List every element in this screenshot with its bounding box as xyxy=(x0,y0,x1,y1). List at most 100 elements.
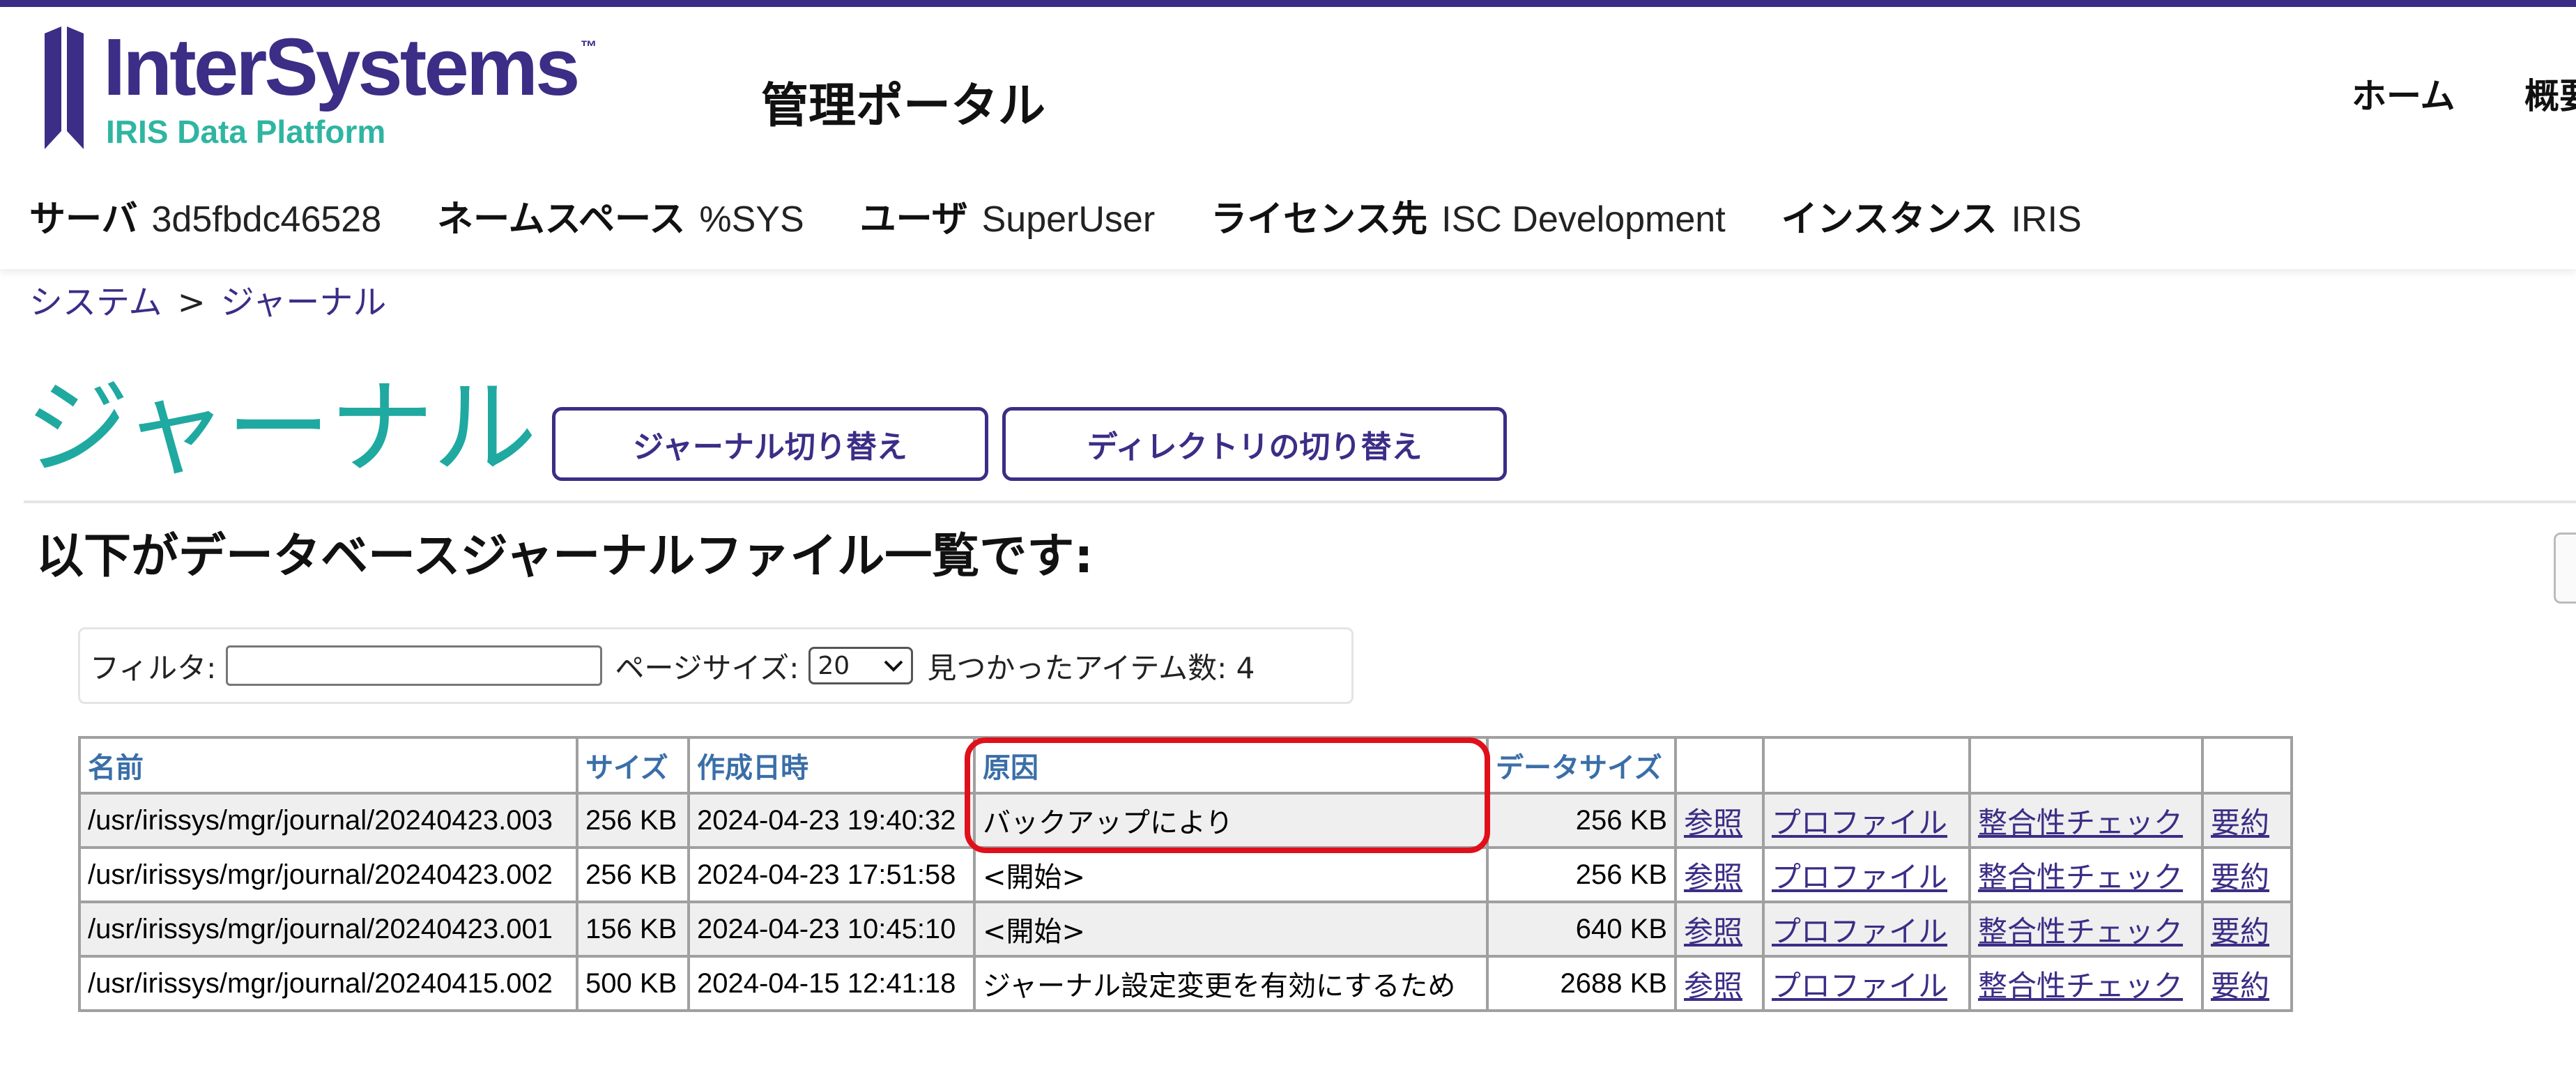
portal-title: 管理ポータル xyxy=(761,79,1046,134)
server-label: サーバ xyxy=(29,199,138,240)
cell-name: /usr/irissys/mgr/journal/20240415.002 xyxy=(78,955,578,1012)
view-link[interactable]: 参照 xyxy=(1684,914,1742,949)
filter-bar: フィルタ: ページサイズ: 20 見つかったアイテム数: 4 xyxy=(78,627,1354,704)
table-row: /usr/irissys/mgr/journal/20240423.001 15… xyxy=(78,901,2293,958)
page-size-select[interactable]: 20 xyxy=(808,647,914,684)
cell-reason: ジャーナル設定変更を有効にするため xyxy=(973,955,1489,1012)
cell-reason: <開始> xyxy=(973,901,1489,958)
cell-profile: プロファイル xyxy=(1762,846,1971,903)
cell-name: /usr/irissys/mgr/journal/20240423.003 xyxy=(78,792,578,849)
cell-profile: プロファイル xyxy=(1762,901,1971,958)
cell-profile: プロファイル xyxy=(1762,955,1971,1012)
cell-created: 2024-04-23 19:40:32 xyxy=(687,792,976,849)
instance-value: IRIS xyxy=(2011,199,2082,240)
switch-directory-button[interactable]: ディレクトリの切り替え xyxy=(1002,407,1507,481)
nav-overview-link[interactable]: 概要 xyxy=(2524,68,2576,118)
column-header-name[interactable]: 名前 xyxy=(78,736,578,795)
cell-summary: 要約 xyxy=(2201,792,2293,849)
cell-name: /usr/irissys/mgr/journal/20240423.002 xyxy=(78,846,578,903)
table-header-row: 名前 サイズ 作成日時 原因 データサイズ xyxy=(78,736,2293,795)
cell-integrity: 整合性チェック xyxy=(1968,792,2204,849)
column-header-reason[interactable]: 原因 xyxy=(973,736,1489,795)
breadcrumb: システム > ジャーナル xyxy=(29,275,386,323)
profile-link[interactable]: プロファイル xyxy=(1772,969,1947,1003)
nav-home-link[interactable]: ホーム xyxy=(2352,68,2455,118)
divider xyxy=(24,500,2576,503)
journal-table: 名前 サイズ 作成日時 原因 データサイズ /usr/irissys/mgr/j… xyxy=(78,736,2293,1012)
cell-summary: 要約 xyxy=(2201,955,2293,1012)
namespace-value: %SYS xyxy=(699,199,804,240)
table-row: /usr/irissys/mgr/journal/20240423.002 25… xyxy=(78,846,2293,903)
side-panel-tab[interactable] xyxy=(2554,532,2576,604)
license-label: ライセンス先 xyxy=(1211,199,1428,240)
cell-data-size: 256 KB xyxy=(1486,792,1677,849)
column-header-profile xyxy=(1762,736,1971,795)
cell-view: 参照 xyxy=(1674,955,1765,1012)
column-header-size[interactable]: サイズ xyxy=(576,736,690,795)
page-size-label: ページサイズ: xyxy=(615,650,799,685)
cell-integrity: 整合性チェック xyxy=(1968,901,2204,958)
filter-input[interactable] xyxy=(226,645,603,686)
column-header-view xyxy=(1674,736,1765,795)
cell-summary: 要約 xyxy=(2201,901,2293,958)
breadcrumb-system-link[interactable]: システム xyxy=(29,283,162,322)
found-items-count: 見つかったアイテム数: 4 xyxy=(927,650,1255,685)
view-link[interactable]: 参照 xyxy=(1684,969,1742,1003)
view-link[interactable]: 参照 xyxy=(1684,860,1742,894)
integrity-check-link[interactable]: 整合性チェック xyxy=(1978,969,2183,1003)
profile-link[interactable]: プロファイル xyxy=(1772,806,1947,840)
column-header-data-size[interactable]: データサイズ xyxy=(1486,736,1677,795)
header: InterSystems ™ IRIS Data Platform 管理ポータル … xyxy=(0,7,2576,269)
cell-profile: プロファイル xyxy=(1762,792,1971,849)
instance-label: インスタンス xyxy=(1781,199,1998,240)
table-row: /usr/irissys/mgr/journal/20240423.003 25… xyxy=(78,792,2293,849)
cell-size: 256 KB xyxy=(576,792,690,849)
profile-link[interactable]: プロファイル xyxy=(1772,914,1947,949)
top-accent-bar xyxy=(0,0,2576,7)
breadcrumb-separator: > xyxy=(177,283,206,322)
cell-data-size: 640 KB xyxy=(1486,901,1677,958)
summary-link[interactable]: 要約 xyxy=(2211,969,2269,1003)
summary-link[interactable]: 要約 xyxy=(2211,806,2269,840)
cell-reason: バックアップにより xyxy=(973,792,1489,849)
system-info-row: サーバ 3d5fbdc46528 ネームスペース %SYS ユーザ SuperUser ライ… xyxy=(29,190,2138,242)
switch-journal-button[interactable]: ジャーナル切り替え xyxy=(552,407,988,481)
cell-name: /usr/irissys/mgr/journal/20240423.001 xyxy=(78,901,578,958)
summary-link[interactable]: 要約 xyxy=(2211,914,2269,949)
cell-integrity: 整合性チェック xyxy=(1968,846,2204,903)
cell-size: 256 KB xyxy=(576,846,690,903)
server-value: 3d5fbdc46528 xyxy=(151,199,382,240)
cell-created: 2024-04-23 10:45:10 xyxy=(687,901,976,958)
integrity-check-link[interactable]: 整合性チェック xyxy=(1978,860,2183,894)
user-label: ユーザ xyxy=(859,199,968,240)
column-header-integrity xyxy=(1968,736,2204,795)
cell-integrity: 整合性チェック xyxy=(1968,955,2204,1012)
column-header-summary xyxy=(2201,736,2293,795)
namespace-label: ネームスペース xyxy=(437,199,686,240)
cell-reason: <開始> xyxy=(973,846,1489,903)
filter-label: フィルタ: xyxy=(90,650,217,685)
brand-name: InterSystems ™ xyxy=(103,22,597,112)
cell-size: 156 KB xyxy=(576,901,690,958)
page-size-value: 20 xyxy=(818,651,850,680)
cell-summary: 要約 xyxy=(2201,846,2293,903)
column-header-created[interactable]: 作成日時 xyxy=(687,736,976,795)
chevron-down-icon xyxy=(884,660,903,672)
breadcrumb-journal-link[interactable]: ジャーナル xyxy=(221,283,387,322)
cell-view: 参照 xyxy=(1674,901,1765,958)
intersystems-logo-icon xyxy=(45,26,84,149)
cell-created: 2024-04-23 17:51:58 xyxy=(687,846,976,903)
cell-view: 参照 xyxy=(1674,792,1765,849)
integrity-check-link[interactable]: 整合性チェック xyxy=(1978,806,2183,840)
profile-link[interactable]: プロファイル xyxy=(1772,860,1947,894)
brand-product: IRIS Data Platform xyxy=(106,114,386,150)
cell-data-size: 256 KB xyxy=(1486,846,1677,903)
license-value: ISC Development xyxy=(1441,199,1726,240)
summary-link[interactable]: 要約 xyxy=(2211,860,2269,894)
table-row: /usr/irissys/mgr/journal/20240415.002 50… xyxy=(78,955,2293,1012)
cell-created: 2024-04-15 12:41:18 xyxy=(687,955,976,1012)
integrity-check-link[interactable]: 整合性チェック xyxy=(1978,914,2183,949)
view-link[interactable]: 参照 xyxy=(1684,806,1742,840)
cell-size: 500 KB xyxy=(576,955,690,1012)
cell-view: 参照 xyxy=(1674,846,1765,903)
